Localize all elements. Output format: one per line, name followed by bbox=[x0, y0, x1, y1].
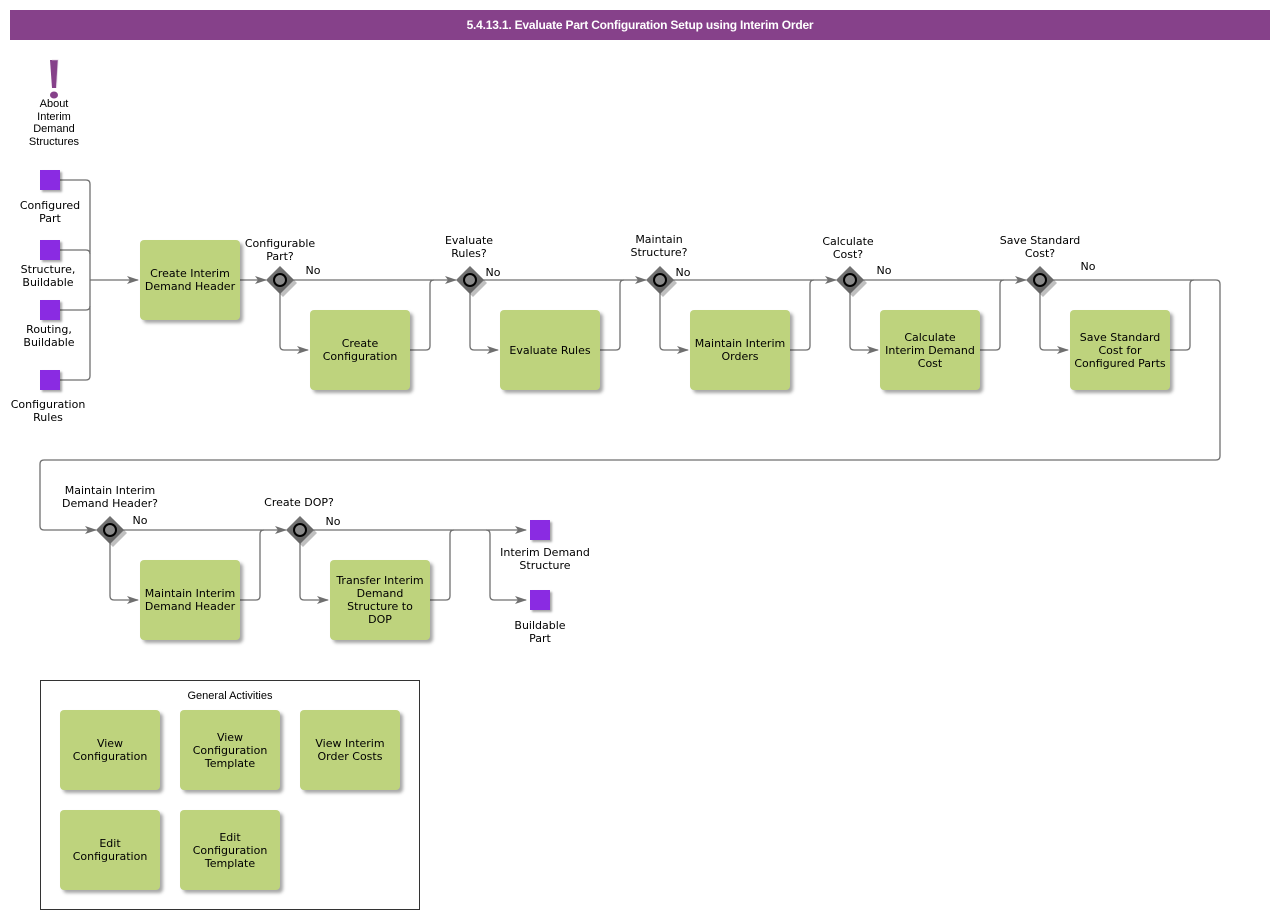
connector bbox=[410, 279, 435, 351]
task-view-configuration[interactable]: View Configuration bbox=[60, 710, 160, 790]
exclusive-gateway-icon[interactable] bbox=[266, 266, 297, 297]
input-label: Structure, Buildable bbox=[20, 263, 76, 289]
task-transfer-to-dop[interactable]: Transfer Interim Demand Structure to DOP bbox=[330, 560, 430, 640]
task-edit-configuration[interactable]: Edit Configuration bbox=[60, 810, 160, 890]
task-maintain-interim-demand-header[interactable]: Maintain Interim Demand Header bbox=[140, 560, 240, 640]
input-label: Configuration Rules bbox=[10, 398, 86, 424]
data-object-output[interactable] bbox=[530, 590, 550, 610]
connector bbox=[790, 279, 815, 351]
exclamation-glyph bbox=[50, 59, 59, 99]
connector bbox=[659, 292, 689, 354]
task-maintain-interim-orders[interactable]: Maintain Interim Orders bbox=[690, 310, 790, 390]
input-label: Routing, Buildable bbox=[23, 323, 75, 349]
annotation-label: About Interim Demand Structures bbox=[28, 98, 80, 148]
connector bbox=[1039, 292, 1069, 354]
exclusive-gateway-icon[interactable] bbox=[96, 516, 127, 547]
output-label: Interim Demand Structure bbox=[500, 546, 590, 572]
gateway-question: Save Standard Cost? bbox=[999, 234, 1081, 260]
gateway-question: Maintain Structure? bbox=[630, 233, 688, 259]
group-title: General Activities bbox=[187, 690, 273, 702]
gateway-no-label: No bbox=[305, 264, 321, 277]
data-object-output[interactable] bbox=[530, 520, 550, 540]
connector bbox=[109, 542, 139, 604]
task-edit-configuration-template[interactable]: Edit Configuration Template bbox=[180, 810, 280, 890]
connector bbox=[240, 529, 265, 601]
data-object-input[interactable] bbox=[40, 240, 60, 260]
gateway-question: Evaluate Rules? bbox=[444, 234, 494, 260]
exclusive-gateway-icon[interactable] bbox=[646, 266, 677, 297]
gateway-no-label: No bbox=[675, 266, 691, 279]
task-save-standard-cost[interactable]: Save Standard Cost for Configured Parts bbox=[1070, 310, 1170, 390]
data-object-input[interactable] bbox=[40, 300, 60, 320]
output-label: Buildable Part bbox=[514, 619, 566, 645]
task-calculate-interim-demand-cost[interactable]: Calculate Interim Demand Cost bbox=[880, 310, 980, 390]
gateway-question: Maintain Interim Demand Header? bbox=[61, 484, 159, 510]
connector bbox=[600, 279, 625, 351]
task-evaluate-rules[interactable]: Evaluate Rules bbox=[500, 310, 600, 390]
exclusive-gateway-icon[interactable] bbox=[456, 266, 487, 297]
gateway-question: Configurable Part? bbox=[244, 237, 316, 263]
gateway-no-label: No bbox=[876, 264, 892, 277]
connector bbox=[279, 292, 309, 354]
exclusive-gateway-icon[interactable] bbox=[836, 266, 867, 297]
exclusive-gateway-icon[interactable] bbox=[286, 516, 317, 547]
connector bbox=[1170, 279, 1195, 351]
gateway-no-label: No bbox=[325, 515, 341, 528]
connector bbox=[849, 292, 879, 354]
task-view-configuration-template[interactable]: View Configuration Template bbox=[180, 710, 280, 790]
connector bbox=[60, 249, 91, 255]
task-create-configuration[interactable]: Create Configuration bbox=[310, 310, 410, 390]
gateway-no-label: No bbox=[485, 266, 501, 279]
gateway-question: Create DOP? bbox=[264, 496, 334, 509]
task-view-interim-order-costs[interactable]: View Interim Order Costs bbox=[300, 710, 400, 790]
task-create-interim-demand-header[interactable]: Create Interim Demand Header bbox=[140, 240, 240, 320]
connector bbox=[980, 279, 1005, 351]
connector bbox=[60, 305, 91, 311]
gateway-no-label: No bbox=[1080, 260, 1096, 273]
connector bbox=[430, 529, 455, 601]
exclusive-gateway-icon[interactable] bbox=[1026, 266, 1057, 297]
exclamation-icon[interactable] bbox=[46, 58, 64, 102]
connector bbox=[469, 292, 499, 354]
data-object-input[interactable] bbox=[40, 370, 60, 390]
connector bbox=[299, 542, 329, 604]
gateway-question: Calculate Cost? bbox=[822, 235, 874, 261]
input-label: Configured Part bbox=[19, 199, 81, 225]
data-object-input[interactable] bbox=[40, 170, 60, 190]
gateway-no-label: No bbox=[132, 514, 148, 527]
